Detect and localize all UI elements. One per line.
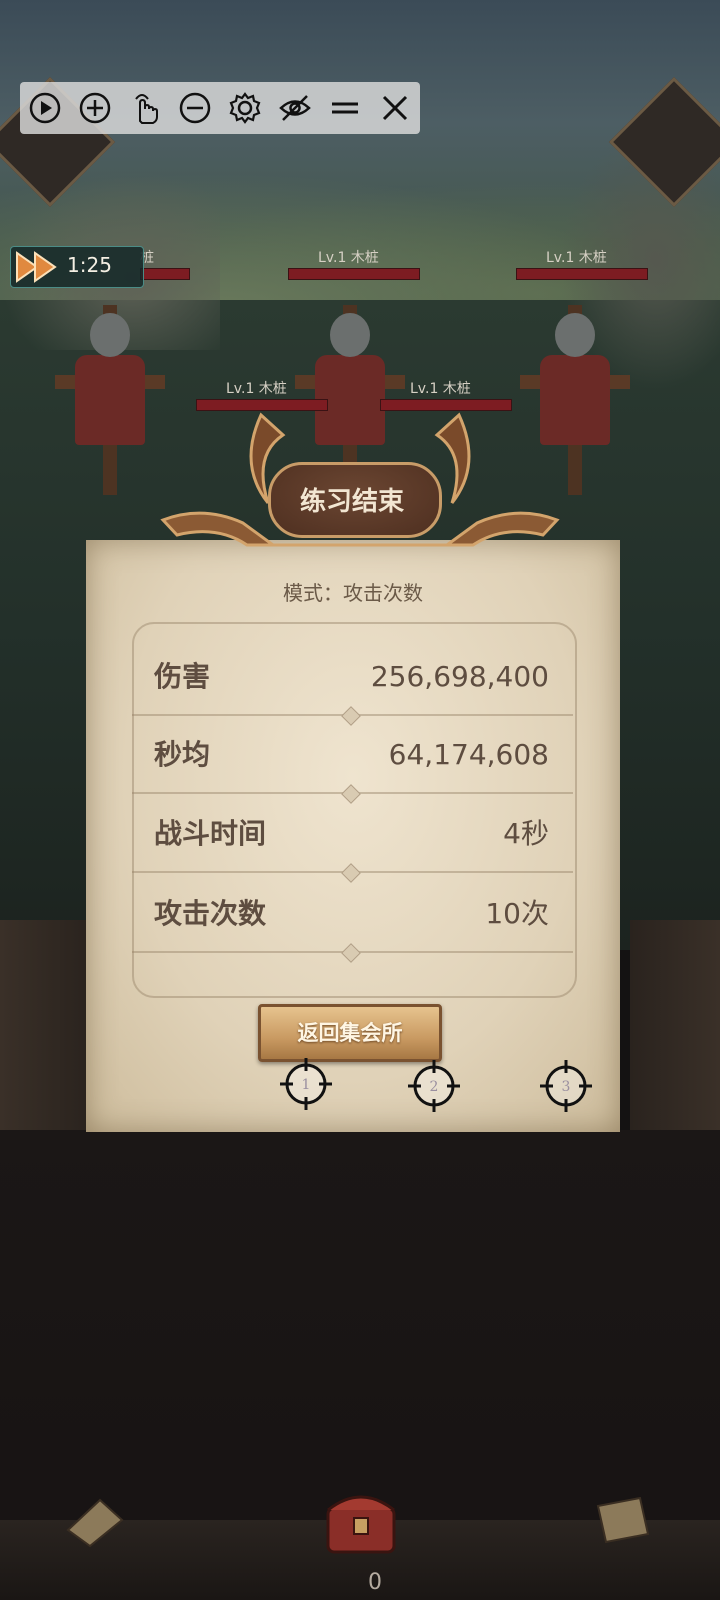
close-button[interactable] — [370, 82, 420, 134]
frame-right — [630, 920, 720, 1140]
target-number: 1 — [302, 1077, 311, 1093]
close-icon — [382, 95, 408, 121]
target-number: 3 — [562, 1079, 571, 1095]
play-circle-icon — [29, 92, 61, 124]
stat-divider — [132, 792, 573, 794]
stat-row-dps: 秒均 64,174,608 — [132, 716, 573, 794]
return-to-hall-button[interactable]: 返回集会所 — [258, 1004, 442, 1062]
enemy-hp-bar — [288, 268, 420, 280]
crosshair-icon: 1 — [280, 1058, 332, 1110]
fast-forward-icon[interactable] — [15, 251, 65, 283]
stat-label: 伤害 — [154, 660, 211, 693]
result-title: 练习结束 — [299, 487, 404, 517]
eye-off-icon — [279, 95, 311, 121]
gear-icon — [229, 92, 261, 124]
settings-button[interactable] — [220, 82, 270, 134]
stat-value: 4秒 — [503, 817, 549, 850]
menu-icon — [332, 102, 358, 114]
target-marker-3[interactable]: 3 — [538, 1058, 594, 1114]
crosshair-icon: 3 — [540, 1060, 592, 1112]
enemy-label: Lv.1 木桩 — [546, 250, 607, 266]
stat-label: 攻击次数 — [154, 897, 267, 930]
return-button-label: 返回集会所 — [297, 1021, 403, 1045]
stat-divider — [132, 871, 573, 873]
treasure-chest-icon[interactable] — [318, 1480, 404, 1560]
stat-divider — [132, 951, 573, 953]
timer-text: 1:25 — [67, 253, 112, 277]
zoom-out-button[interactable] — [170, 82, 220, 134]
target-number: 2 — [430, 1079, 439, 1095]
zoom-in-button[interactable] — [70, 82, 120, 134]
book-icon[interactable] — [588, 1490, 658, 1550]
zoom-out-icon — [179, 92, 211, 124]
stat-value: 256,698,400 — [370, 660, 549, 693]
bottom-count: 0 — [368, 1570, 382, 1595]
mode-label: 模式：攻击次数 — [283, 581, 423, 605]
stat-label: 秒均 — [154, 738, 211, 771]
floating-toolbar — [20, 82, 420, 134]
target-marker-2[interactable]: 2 — [406, 1058, 462, 1114]
stat-value: 64,174,608 — [388, 738, 549, 771]
zoom-in-icon — [79, 92, 111, 124]
stat-label: 战斗时间 — [154, 817, 267, 850]
enemy-hp-bar — [516, 268, 648, 280]
tap-button[interactable] — [120, 82, 170, 134]
stat-row-damage: 伤害 256,698,400 — [132, 638, 573, 716]
enemy-hp-bar — [140, 268, 190, 280]
battle-timer: 1:25 — [10, 246, 144, 288]
crosshair-icon: 2 — [408, 1060, 460, 1112]
stat-row-attack-count: 攻击次数 10次 — [132, 875, 573, 953]
scroll-icon[interactable] — [60, 1490, 130, 1550]
stat-value: 10次 — [485, 897, 549, 930]
play-button[interactable] — [20, 82, 70, 134]
stat-row-battle-time: 战斗时间 4秒 — [132, 795, 573, 873]
battle-scene: 桩 Lv.1 木桩 Lv.1 木桩 Lv.1 木桩 Lv.1 木桩 1:25 练… — [0, 0, 720, 1600]
frame-left — [0, 920, 90, 1140]
menu-button[interactable] — [320, 82, 370, 134]
target-marker-1[interactable]: 1 — [278, 1056, 334, 1112]
tap-gesture-icon — [135, 94, 158, 124]
hide-button[interactable] — [270, 82, 320, 134]
enemy-label: Lv.1 木桩 — [318, 250, 379, 266]
